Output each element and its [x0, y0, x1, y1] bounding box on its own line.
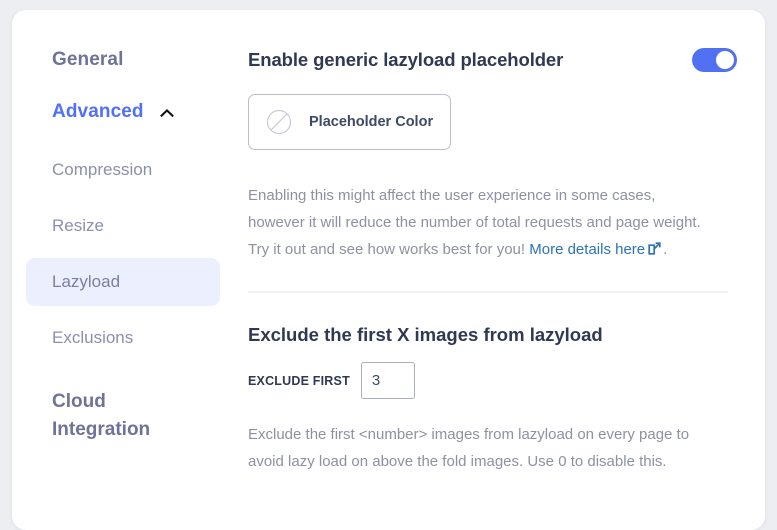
sidebar-item-lazyload[interactable]: Lazyload — [26, 258, 220, 306]
sidebar-item-compression[interactable]: Compression — [26, 146, 220, 194]
sidebar-item-cloud-integration[interactable]: Cloud Integration — [12, 388, 234, 444]
chevron-up-icon[interactable] — [160, 108, 174, 118]
main-content: Enable generic lazyload placeholder Plac… — [234, 10, 765, 530]
toggle-knob — [716, 51, 734, 69]
placeholder-color-label: Placeholder Color — [309, 114, 433, 130]
description-text-part2: . — [663, 241, 667, 258]
lazyload-placeholder-title: Enable generic lazyload placeholder — [248, 49, 563, 71]
sidebar-item-advanced-label: Advanced — [52, 100, 144, 124]
placeholder-color-button[interactable]: Placeholder Color — [248, 94, 451, 150]
section-divider — [248, 291, 728, 293]
exclude-first-input[interactable] — [361, 362, 415, 399]
external-link-icon[interactable] — [648, 237, 661, 250]
lazyload-placeholder-description: Enabling this might affect the user expe… — [248, 182, 710, 263]
sidebar-item-resize[interactable]: Resize — [26, 202, 220, 250]
lazyload-placeholder-header: Enable generic lazyload placeholder — [248, 48, 737, 72]
exclude-first-label: EXCLUDE FIRST — [248, 374, 350, 388]
sidebar-item-general[interactable]: General — [12, 48, 234, 72]
sidebar: General Advanced Compression Resize Lazy… — [12, 10, 234, 530]
more-details-here-link[interactable]: More details here — [529, 241, 645, 258]
exclude-first-title: Exclude the first X images from lazyload — [248, 324, 737, 346]
sidebar-item-advanced[interactable]: Advanced — [12, 100, 234, 124]
enable-lazyload-placeholder-toggle[interactable] — [692, 48, 737, 72]
exclude-first-field-row: EXCLUDE FIRST — [248, 362, 737, 399]
sidebar-item-exclusions[interactable]: Exclusions — [26, 314, 220, 362]
no-color-circle-icon — [266, 109, 292, 135]
exclude-first-description: Exclude the first <number> images from l… — [248, 421, 718, 475]
settings-card: General Advanced Compression Resize Lazy… — [12, 10, 765, 530]
